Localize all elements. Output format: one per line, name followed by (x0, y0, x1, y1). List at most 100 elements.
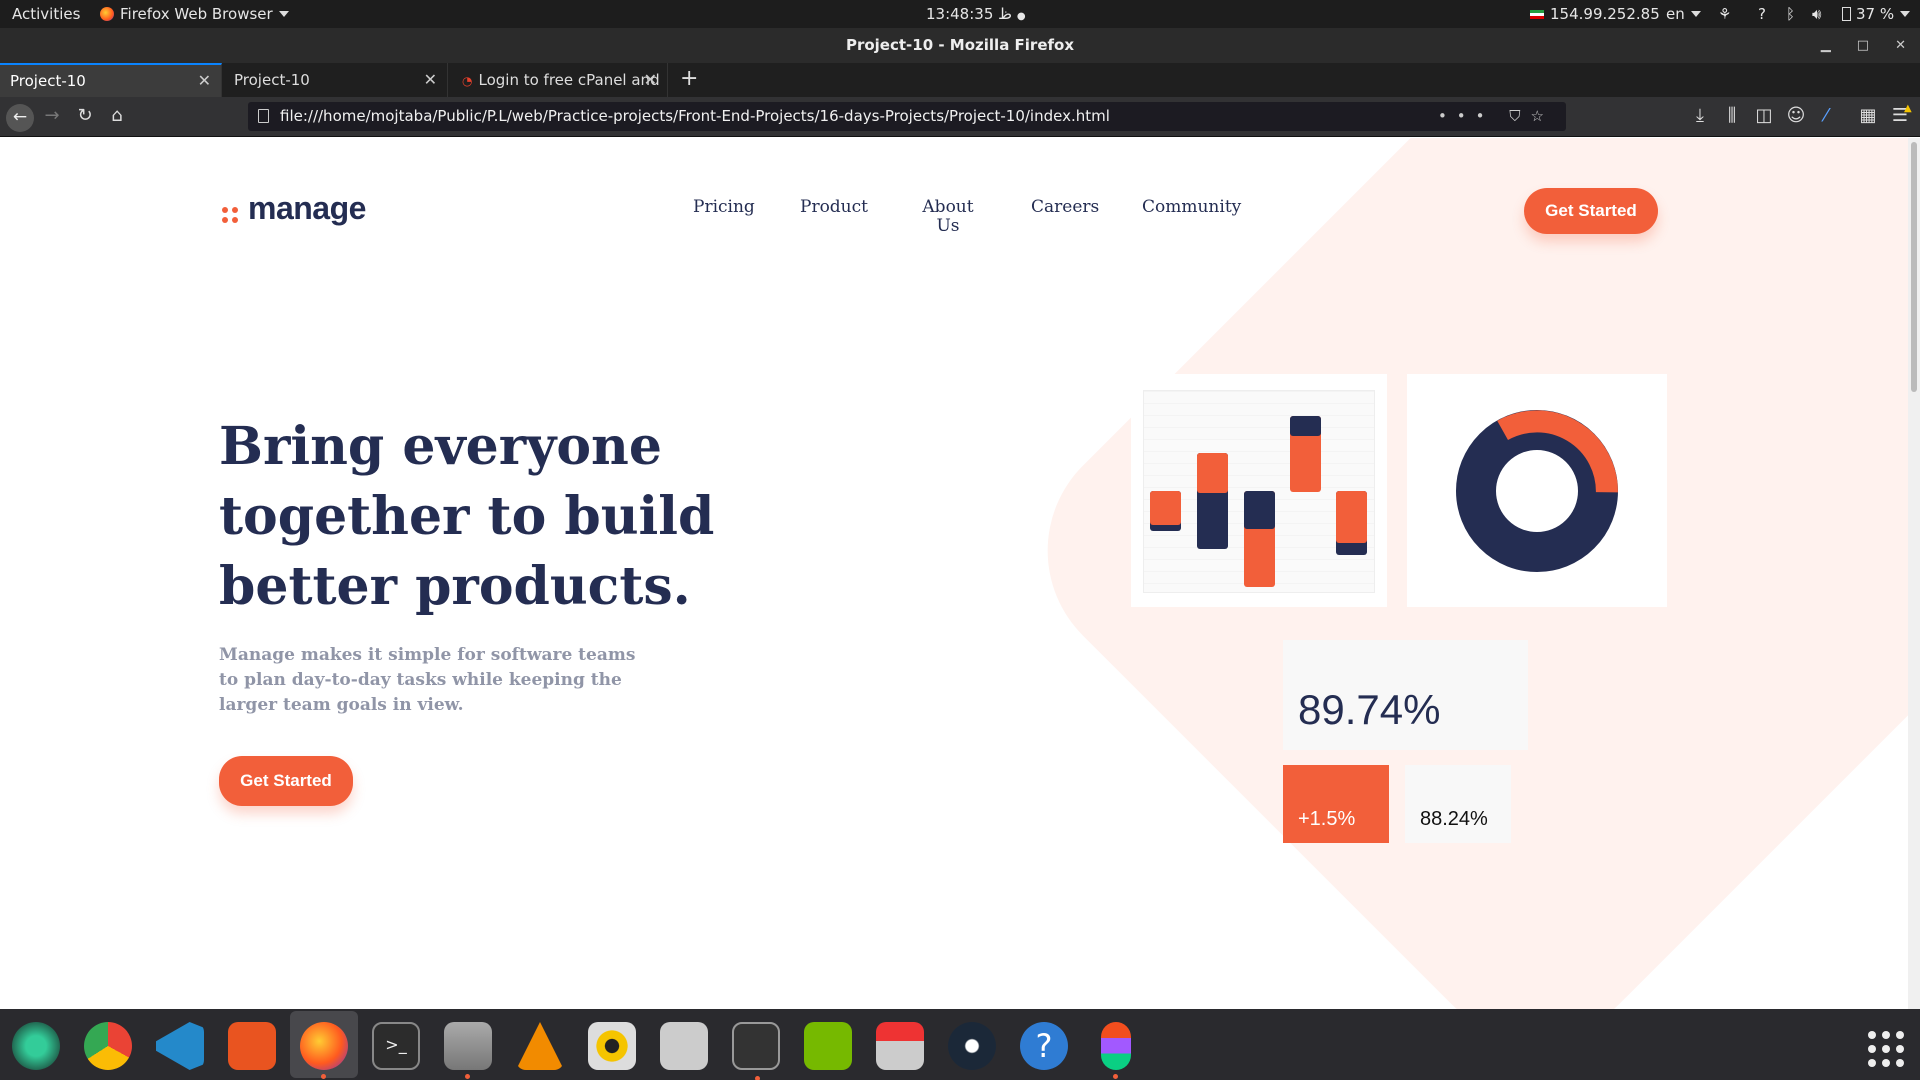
chart-bar (1336, 491, 1367, 543)
donut-chart-card (1407, 374, 1667, 607)
battery-indicator[interactable]: 37 % (1842, 5, 1911, 23)
clock-time: 13:48:35 (926, 5, 994, 23)
page-actions-icon[interactable]: ••• (1438, 107, 1495, 125)
navigation-toolbar: ← → ↻ ⌂ file:///home/mojtaba/Public/P.L/… (0, 97, 1920, 137)
nav-pricing[interactable]: Pricing (693, 198, 755, 217)
header-get-started-button[interactable]: Get Started (1524, 188, 1658, 234)
activities-button[interactable]: Activities (12, 5, 80, 23)
files-icon[interactable] (444, 1022, 492, 1079)
tab-label: Project-10 (10, 72, 86, 90)
show-applications-icon[interactable] (1868, 1031, 1904, 1067)
url-bar[interactable]: file:///home/mojtaba/Public/P.L/web/Prac… (248, 102, 1566, 131)
library-icon[interactable]: ⫼ (1720, 105, 1744, 126)
hero-get-started-button[interactable]: Get Started (219, 756, 353, 806)
clock-suffix: ظ (998, 5, 1013, 23)
running-indicator (321, 1074, 326, 1079)
volume-icon[interactable]: 🔊︎ (1812, 5, 1821, 23)
logo-mark-icon (222, 207, 238, 223)
running-indicator (755, 1076, 760, 1080)
installer-icon[interactable] (876, 1022, 924, 1070)
firefox-icon (100, 7, 114, 21)
window-titlebar: Project-10 - Mozilla Firefox ▁ □ ✕ (0, 28, 1920, 63)
minimize-icon[interactable]: ▁ (1821, 38, 1831, 53)
chart-bar (1150, 491, 1181, 525)
chart-bar (1244, 491, 1275, 529)
secondary-stat-value: 88.24% (1420, 808, 1488, 830)
language-indicator[interactable]: en (1666, 5, 1701, 23)
tab-label: Login to free cPanel and (478, 71, 660, 89)
maximize-icon[interactable]: □ (1857, 38, 1869, 53)
nav-product[interactable]: Product (800, 198, 868, 217)
change-stat-value: +1.5% (1298, 808, 1356, 830)
back-icon[interactable]: ← (6, 104, 34, 132)
battery-level: 37 % (1856, 5, 1895, 23)
notification-dot-icon: ● (1016, 11, 1026, 22)
tab-project-10[interactable]: Project-10 ✕ (0, 63, 222, 97)
new-tab-icon[interactable]: + (680, 63, 698, 95)
ip-address: 154.99.252.85 (1550, 5, 1660, 23)
help-tray-icon[interactable]: ? (1758, 5, 1766, 23)
bluetooth-icon[interactable]: ᛒ (1786, 5, 1795, 23)
terminal-icon[interactable]: >_ (372, 1022, 420, 1070)
extension-icon[interactable]: ☺ (1784, 105, 1808, 126)
system-monitor-icon[interactable] (732, 1022, 780, 1080)
ip-indicator[interactable]: 154.99.252.85 (1530, 5, 1660, 23)
application-dock: >_ ? (0, 1009, 1920, 1080)
atom-icon[interactable] (12, 1022, 60, 1070)
color-picker-icon[interactable]: ⁄ (1814, 105, 1838, 126)
rhythmbox-icon[interactable] (588, 1022, 636, 1070)
change-stat-card (1283, 765, 1389, 843)
running-indicator (177, 1074, 182, 1079)
firefox-icon[interactable] (300, 1022, 348, 1079)
page-scrollbar[interactable] (1908, 138, 1920, 1009)
vlc-icon[interactable] (516, 1022, 564, 1070)
clock[interactable]: 13:48:35 ظ ● (926, 5, 1026, 23)
sidebar-icon[interactable]: ◫ (1752, 105, 1776, 126)
scrollbar-thumb[interactable] (1911, 142, 1917, 392)
close-tab-icon[interactable]: ✕ (644, 63, 657, 97)
steam-icon[interactable] (948, 1022, 996, 1070)
tab-cpanel-login[interactable]: ◔ Login to free cPanel and ✕ (450, 63, 668, 97)
home-icon[interactable]: ⌂ (105, 105, 129, 126)
reload-icon[interactable]: ↻ (73, 105, 97, 126)
logo-text: manage (248, 190, 366, 226)
running-indicator (465, 1074, 470, 1079)
close-tab-icon[interactable]: ✕ (424, 63, 437, 97)
downloads-icon[interactable]: ⤓ (1688, 105, 1712, 126)
hero-description: Manage makes it simple for software team… (219, 645, 636, 715)
url-actions: ••• ⛉☆ (1438, 102, 1554, 131)
warning-icon: ▲ (1904, 103, 1912, 114)
bar-chart (1143, 390, 1375, 593)
nav-about-us[interactable]: About Us (920, 198, 976, 236)
nvidia-icon[interactable] (804, 1022, 852, 1070)
page-icon (258, 109, 269, 123)
extensions-grid-icon[interactable]: ▦ (1856, 105, 1880, 126)
bookmark-star-icon[interactable]: ☆ (1531, 107, 1554, 125)
page-viewport: manage Pricing Product About Us Careers … (0, 138, 1908, 1009)
forward-icon[interactable]: → (40, 105, 64, 126)
chart-bar (1197, 453, 1228, 493)
nav-community[interactable]: Community (1142, 198, 1241, 217)
tray-app-icon[interactable]: ⚘ (1718, 5, 1731, 23)
site-logo[interactable]: manage (222, 190, 366, 227)
chrome-icon[interactable] (84, 1022, 132, 1070)
help-icon[interactable]: ? (1020, 1022, 1068, 1070)
url-text[interactable]: file:///home/mojtaba/Public/P.L/web/Prac… (280, 107, 1110, 125)
vscode-icon[interactable] (156, 1022, 204, 1070)
window-title: Project-10 - Mozilla Firefox (845, 36, 1075, 54)
chevron-down-icon (1690, 11, 1701, 17)
hero-title: Bring everyone together to build better … (219, 416, 715, 617)
chevron-down-icon (1900, 11, 1911, 17)
tab-project-10-second[interactable]: Project-10 ✕ (224, 63, 448, 97)
figma-icon[interactable] (1101, 1022, 1131, 1079)
cpanel-favicon-icon: ◔ (462, 74, 473, 88)
running-indicator (1113, 1074, 1118, 1079)
app-menu[interactable]: Firefox Web Browser (100, 5, 289, 23)
pocket-icon[interactable]: ⛉ (1509, 107, 1530, 125)
nav-careers[interactable]: Careers (1031, 198, 1099, 217)
close-tab-icon[interactable]: ✕ (198, 65, 211, 97)
mixer-icon[interactable] (660, 1022, 708, 1070)
close-icon[interactable]: ✕ (1895, 38, 1906, 53)
secondary-stat-card (1405, 765, 1511, 843)
software-center-icon[interactable] (228, 1022, 276, 1070)
